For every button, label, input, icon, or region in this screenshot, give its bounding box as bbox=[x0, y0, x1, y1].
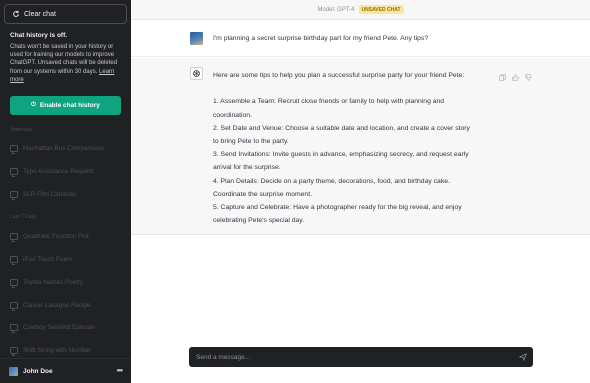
chat-item-label: Cowboy Seinfeld Episode bbox=[23, 324, 95, 331]
clear-chat-button[interactable]: Clear chat bbox=[4, 4, 127, 24]
message-input-placeholder: Send a message... bbox=[196, 353, 251, 361]
chat-item[interactable]: Toyota Names Poetry bbox=[10, 279, 125, 288]
thumbs-down-icon[interactable] bbox=[525, 68, 532, 81]
enable-chat-history-label: Enable chat history bbox=[39, 102, 100, 109]
chat-bubble-icon bbox=[10, 256, 18, 265]
user-menu[interactable]: John Doe ••• bbox=[0, 358, 131, 383]
user-name: John Doe bbox=[23, 367, 53, 375]
user-message: I'm planning a secret surprise birthday … bbox=[131, 20, 590, 57]
assistant-message: Here are some tips to help you plan a su… bbox=[131, 58, 590, 235]
section-label-last-7-days: Last 7 Days bbox=[10, 214, 37, 220]
assistant-line: 5. Capture and Celebrate: Have a photogr… bbox=[213, 204, 462, 212]
power-icon: ⏻ bbox=[31, 102, 36, 108]
chat-item-label: SLR Film Cameras bbox=[23, 191, 77, 198]
main-panel: Model: GPT-4 UNSAVED CHAT I'm planning a… bbox=[131, 0, 590, 383]
chat-item-label: Shift String with Number bbox=[23, 347, 91, 354]
refresh-icon bbox=[11, 10, 20, 19]
assistant-message-body: Here are some tips to help you plan a su… bbox=[213, 69, 511, 227]
assistant-line: 3. Send Invitations: Invite guests in ad… bbox=[213, 151, 469, 159]
user-avatar bbox=[190, 32, 203, 45]
chat-item[interactable]: Classic Lasagne Recipe bbox=[10, 302, 125, 311]
sidebar: Clear chat Chat history is off. Chats wo… bbox=[0, 0, 131, 383]
history-off-title: Chat history is off. bbox=[10, 32, 68, 39]
message-input[interactable]: Send a message... bbox=[189, 347, 533, 367]
assistant-line: 4. Plan Details: Decide on a party theme… bbox=[213, 177, 450, 185]
chat-bubble-icon bbox=[10, 324, 18, 333]
chat-item-label: Quadratic Function Plot bbox=[23, 233, 89, 240]
chat-bubble-icon bbox=[10, 168, 18, 177]
clear-chat-label: Clear chat bbox=[24, 10, 56, 18]
message-actions bbox=[499, 68, 532, 81]
assistant-line: Coordinate the surprise moment. bbox=[213, 190, 312, 198]
chat-bubble-icon bbox=[10, 347, 18, 356]
chat-bubble-icon bbox=[10, 233, 18, 242]
assistant-line: to bring Pete to the party. bbox=[213, 138, 289, 145]
copy-icon[interactable] bbox=[499, 68, 506, 81]
ellipsis-icon[interactable]: ••• bbox=[117, 366, 123, 375]
avatar bbox=[9, 366, 18, 376]
chatgpt-logo-icon bbox=[190, 67, 203, 80]
assistant-line: arrival for the surprise. bbox=[213, 164, 281, 172]
chat-item[interactable]: Typo Assistance Request bbox=[10, 168, 125, 177]
assistant-line: 2. Set Date and Venue: Choose a suitable… bbox=[213, 124, 470, 132]
send-icon[interactable] bbox=[518, 353, 527, 362]
chat-item-label: Manhattan Bus Comparisons bbox=[23, 145, 105, 152]
assistant-line: celebrating Pete's special day. bbox=[213, 217, 305, 225]
model-header: Model: GPT-4 UNSAVED CHAT bbox=[131, 0, 590, 20]
chat-item[interactable]: Manhattan Bus Comparisons bbox=[10, 145, 125, 154]
thumbs-up-icon[interactable] bbox=[512, 68, 519, 81]
section-label-yesterday: Yesterday bbox=[10, 127, 33, 133]
chat-item[interactable]: Shift String with Number bbox=[10, 347, 125, 356]
chat-item-label: Typo Assistance Request bbox=[23, 168, 94, 175]
chat-item[interactable]: iPod Touch Poem bbox=[10, 256, 125, 265]
chat-bubble-icon bbox=[10, 279, 18, 288]
assistant-line: coordination. bbox=[213, 111, 252, 119]
chat-item-label: Classic Lasagne Recipe bbox=[23, 302, 91, 309]
unsaved-chat-badge: UNSAVED CHAT bbox=[358, 5, 404, 14]
chat-item[interactable]: Cowboy Seinfeld Episode bbox=[10, 324, 125, 333]
chat-bubble-icon bbox=[10, 191, 18, 200]
chat-bubble-icon bbox=[10, 145, 18, 154]
chat-item-label: iPod Touch Poem bbox=[23, 256, 73, 263]
chat-bubble-icon bbox=[10, 302, 18, 311]
assistant-line: 1. Assemble a Team: Recruit close friend… bbox=[213, 98, 445, 106]
chat-item[interactable]: Quadratic Function Plot bbox=[10, 233, 125, 242]
assistant-intro: Here are some tips to help you plan a su… bbox=[213, 72, 465, 79]
history-description: Chats won't be saved in your history or … bbox=[10, 43, 124, 84]
user-message-text: I'm planning a secret surprise birthday … bbox=[213, 35, 429, 42]
model-label: Model: GPT-4 bbox=[317, 6, 355, 13]
chat-item[interactable]: SLR Film Cameras bbox=[10, 191, 125, 200]
enable-chat-history-button[interactable]: ⏻ Enable chat history bbox=[10, 96, 121, 115]
chat-item-label: Toyota Names Poetry bbox=[23, 279, 84, 286]
